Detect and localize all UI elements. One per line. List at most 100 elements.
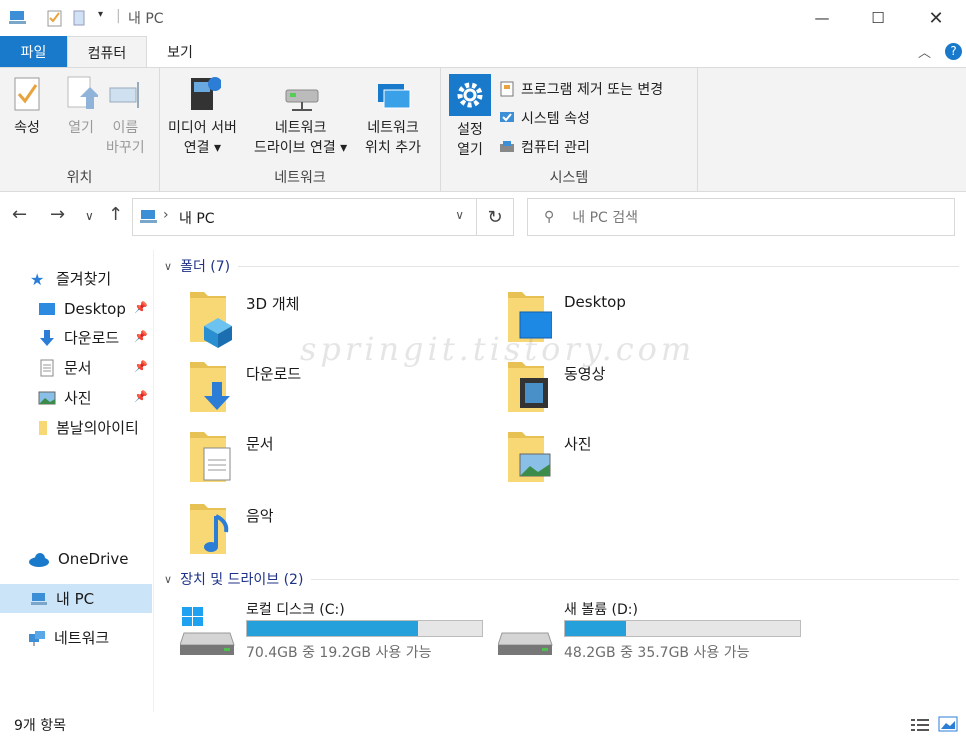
open-icon (67, 76, 98, 109)
folder-downloads[interactable]: 다운로드 (164, 360, 464, 426)
map-drive-label-2: 드라이브 연결 ▾ (254, 140, 348, 156)
collapse-ribbon-icon[interactable]: ︿ (918, 42, 931, 61)
sidebar-item-onedrive[interactable]: OneDrive (0, 544, 152, 573)
sidebar-label: 네트워크 (54, 629, 110, 647)
open-button[interactable]: 열기 (62, 74, 100, 138)
rename-button[interactable]: 이름 바꾸기 (106, 74, 145, 158)
collapse-chevron-icon: ∨ (164, 259, 173, 273)
folder-music[interactable]: 음악 (164, 502, 464, 568)
rename-label-2: 바꾸기 (106, 140, 145, 156)
group-label-network: 네트워크 (274, 170, 326, 186)
sidebar-label: Desktop (64, 299, 126, 318)
navigation-pane: ★ 즐겨찾기 Desktop 📌 다운로드 📌 문서 📌 사진 📌 봄날의아이티 (0, 250, 154, 712)
ribbon-tabs: 파일 컴퓨터 보기 ︿ ? (0, 36, 966, 68)
add-network-location-button[interactable]: 네트워크 위치 추가 (365, 74, 421, 158)
this-pc-icon (9, 11, 26, 24)
back-arrow-icon[interactable]: ← (12, 204, 27, 225)
ribbon: 속성 열기 이름 바꾸기 위치 미디어 서버 연결 ▾ 네트워크 드라이브 연결… (0, 67, 966, 192)
tab-file[interactable]: 파일 (0, 36, 67, 68)
folders-section-header[interactable]: ∨ 폴더 (7) (164, 256, 959, 276)
map-network-drive-button[interactable]: 네트워크 드라이브 연결 ▾ (254, 74, 347, 158)
sidebar-item-desktop[interactable]: Desktop 📌 (0, 294, 152, 323)
cloud-icon (29, 552, 49, 567)
details-view-icon[interactable] (910, 717, 930, 733)
sidebar-item-quick-access[interactable]: ★ 즐겨찾기 (30, 264, 182, 293)
drive-d[interactable]: 새 볼륨 (D:) 48.2GB 중 35.7GB 사용 가능 (482, 599, 801, 669)
minimize-button[interactable]: — (794, 0, 850, 36)
search-icon: ⚲ (544, 209, 555, 225)
folder-label: 사진 (564, 435, 592, 453)
computer-management-button[interactable]: 컴퓨터 관리 (498, 136, 590, 158)
drive-icon (498, 632, 553, 655)
recent-locations-icon[interactable]: ∨ (85, 209, 94, 223)
uninstall-program-button[interactable]: 프로그램 제거 또는 변경 (498, 78, 663, 100)
search-placeholder: 내 PC 검색 (572, 210, 639, 226)
drive-usage-fill (565, 621, 626, 636)
sidebar-item-downloads[interactable]: 다운로드 📌 (0, 323, 152, 352)
address-bar[interactable]: › 내 PC ∨ (132, 198, 477, 236)
folder-documents[interactable]: 문서 (164, 430, 464, 496)
maximize-button[interactable]: ☐ (850, 0, 906, 36)
folder-pictures[interactable]: 사진 (482, 430, 782, 496)
address-pc-icon (140, 210, 157, 223)
sidebar-label: OneDrive (58, 549, 129, 568)
videos-icon (508, 362, 548, 412)
group-label-system: 시스템 (549, 170, 589, 186)
sidebar-item-this-pc[interactable]: 내 PC (0, 584, 152, 613)
system-properties-button[interactable]: 시스템 속성 (498, 107, 590, 129)
system-properties-icon (500, 112, 514, 122)
properties-button[interactable]: 속성 (8, 74, 46, 138)
item-count: 9개 항목 (14, 718, 66, 734)
sidebar-label: 내 PC (56, 590, 95, 608)
download-arrow-icon (40, 329, 54, 346)
settings-label-2: 열기 (457, 142, 483, 158)
folder-label: 다운로드 (246, 365, 302, 383)
quick-access-dropdown-icon[interactable]: ▾ (98, 9, 103, 20)
this-pc-icon (31, 592, 47, 605)
add-location-label-1: 네트워크 (367, 120, 419, 136)
sidebar-label: 사진 (64, 389, 92, 407)
media-server-button[interactable]: 미디어 서버 연결 ▾ (168, 74, 237, 158)
address-path[interactable]: 내 PC (179, 208, 215, 228)
tab-computer[interactable]: 컴퓨터 (67, 36, 147, 68)
status-bar: 9개 항목 (0, 712, 966, 736)
tab-view[interactable]: 보기 (147, 36, 213, 68)
forward-arrow-icon[interactable]: → (50, 204, 65, 225)
rename-icon (109, 82, 140, 108)
desktop-icon (39, 302, 55, 315)
folder-videos[interactable]: 동영상 (482, 360, 782, 426)
sidebar-label: 다운로드 (64, 329, 120, 347)
drive-c[interactable]: 로컬 디스크 (C:) 70.4GB 중 19.2GB 사용 가능 (164, 599, 483, 669)
search-box[interactable]: ⚲ 내 PC 검색 (527, 198, 955, 236)
sidebar-item-documents[interactable]: 문서 📌 (0, 353, 152, 382)
drives-section-header[interactable]: ∨ 장치 및 드라이브 (2) (164, 569, 959, 589)
new-folder-icon[interactable] (72, 9, 86, 27)
folder-label: 음악 (246, 507, 274, 525)
sidebar-item-pictures[interactable]: 사진 📌 (0, 383, 152, 412)
up-arrow-icon[interactable]: ↑ (108, 204, 123, 225)
map-drive-label-1: 네트워크 (274, 120, 327, 136)
downloads-icon (190, 362, 230, 412)
breadcrumb-chevron-icon: › (163, 207, 169, 223)
documents-icon (190, 432, 231, 482)
help-icon[interactable]: ? (945, 43, 962, 60)
open-settings-button[interactable]: 설정 열기 (449, 74, 491, 160)
network-icon (29, 630, 45, 646)
pin-icon: 📌 (134, 360, 148, 373)
network-location-icon (377, 84, 411, 109)
close-button[interactable]: ✕ (908, 0, 964, 36)
document-icon (40, 359, 54, 376)
drive-space-text: 70.4GB 중 19.2GB 사용 가능 (246, 645, 432, 661)
drive-usage-bar (246, 620, 483, 637)
sidebar-item-folder[interactable]: 봄날의아이티 (0, 413, 152, 442)
pin-icon: 📌 (134, 330, 148, 343)
folder-label: 3D 개체 (246, 295, 300, 313)
star-icon: ★ (30, 269, 45, 289)
properties-icon[interactable] (46, 9, 64, 27)
large-icons-view-icon[interactable] (938, 716, 958, 732)
sidebar-item-network[interactable]: 네트워크 (0, 623, 152, 652)
refresh-button[interactable]: ↻ (477, 198, 514, 236)
address-dropdown-icon[interactable]: ∨ (455, 208, 464, 222)
properties-label: 속성 (14, 120, 40, 136)
pin-icon: 📌 (134, 301, 148, 314)
